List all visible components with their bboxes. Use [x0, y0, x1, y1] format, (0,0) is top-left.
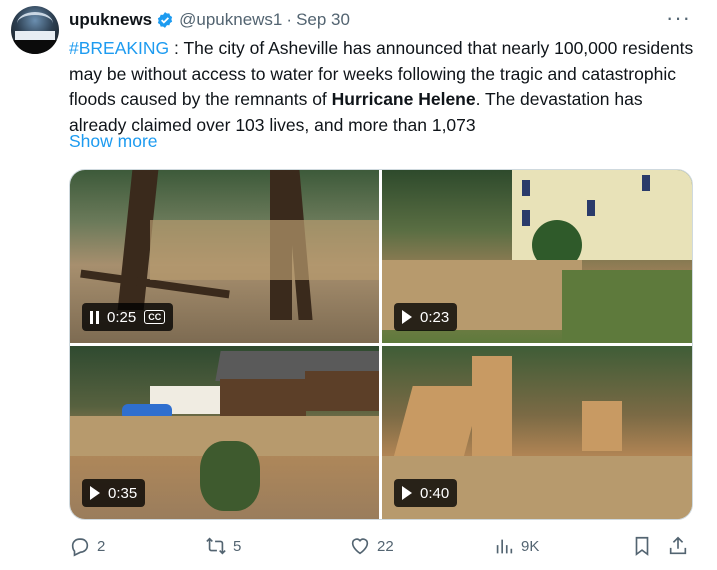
- action-bar: 2 5 22 9K: [69, 534, 691, 558]
- tweet-text-bold: Hurricane Helene: [331, 89, 476, 109]
- avatar[interactable]: [11, 6, 59, 54]
- repost-count: 5: [233, 537, 242, 555]
- pause-icon[interactable]: [90, 310, 99, 324]
- video-thumbnail-3[interactable]: 0:35: [70, 346, 379, 519]
- like-button[interactable]: 22: [349, 534, 394, 558]
- video-thumbnail-2[interactable]: 0:23: [382, 170, 692, 343]
- tweet-header: upuknews @upuknews1 · Sep 30: [69, 9, 350, 31]
- repost-icon: [206, 537, 226, 555]
- separator-dot: ·: [286, 10, 293, 29]
- more-options-icon[interactable]: ···: [666, 7, 691, 29]
- reply-icon: [71, 538, 89, 557]
- author-handle[interactable]: @upuknews1: [179, 10, 282, 30]
- video-duration-badge: 0:23: [394, 303, 458, 331]
- video-thumbnail-1[interactable]: 0:25 CC: [70, 170, 379, 343]
- captions-icon[interactable]: CC: [144, 310, 166, 324]
- views-count: 9K: [521, 537, 540, 555]
- media-grid: 0:25 CC 0:23 0:35 0:40: [69, 169, 693, 520]
- video-duration: 0:23: [420, 308, 450, 326]
- author-name[interactable]: upuknews: [69, 10, 152, 30]
- verified-badge-icon: [158, 12, 173, 28]
- heart-icon: [351, 538, 369, 555]
- video-duration-badge: 0:40: [394, 479, 458, 507]
- play-icon[interactable]: [402, 310, 412, 324]
- video-duration-badge: 0:25 CC: [82, 303, 174, 331]
- hashtag-link[interactable]: #BREAKING: [69, 38, 169, 58]
- views-button[interactable]: 9K: [493, 534, 539, 558]
- video-thumbnail-4[interactable]: 0:40: [382, 346, 692, 519]
- show-more-link[interactable]: Show more: [69, 131, 158, 152]
- video-duration: 0:35: [108, 484, 138, 502]
- play-icon[interactable]: [90, 486, 100, 500]
- bookmark-button[interactable]: [631, 534, 653, 558]
- like-count: 22: [377, 537, 394, 555]
- video-duration-badge: 0:35: [82, 479, 146, 507]
- tweet-text: #BREAKING : The city of Asheville has an…: [69, 36, 699, 138]
- share-icon: [669, 536, 687, 555]
- reply-button[interactable]: 2: [69, 534, 105, 558]
- tweet-date[interactable]: Sep 30: [296, 10, 350, 30]
- play-icon[interactable]: [402, 486, 412, 500]
- share-button[interactable]: [667, 534, 689, 558]
- video-duration: 0:40: [420, 484, 450, 502]
- repost-button[interactable]: 5: [205, 534, 241, 558]
- video-duration: 0:25: [107, 308, 137, 326]
- reply-count: 2: [97, 537, 106, 555]
- views-chart-icon: [496, 539, 513, 554]
- bookmark-icon: [635, 536, 649, 556]
